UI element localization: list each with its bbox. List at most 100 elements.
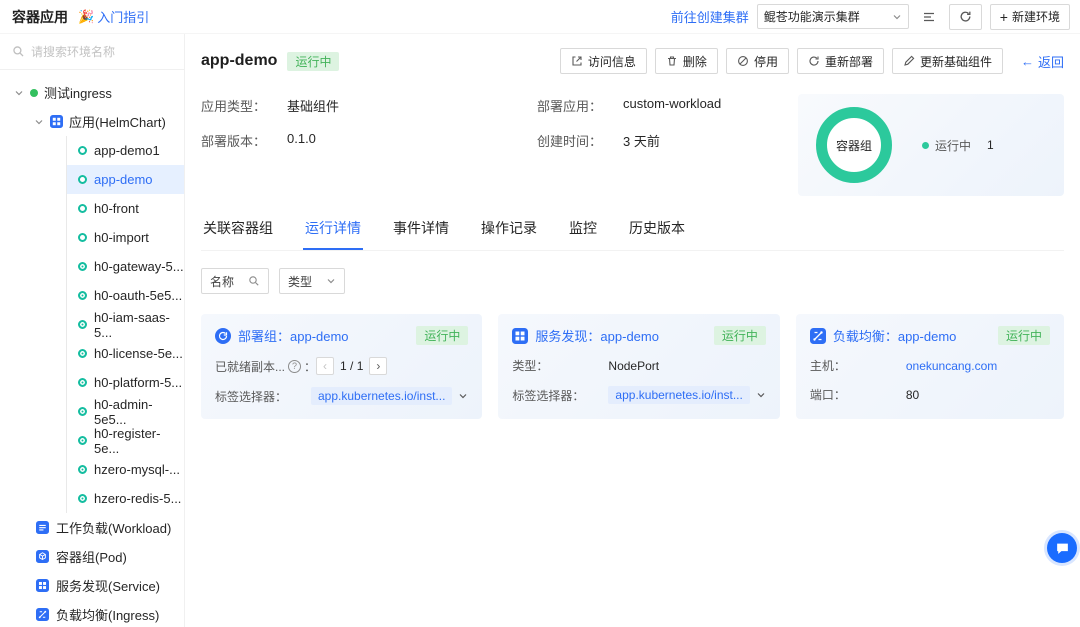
info-value: 0.1.0 [287,131,537,150]
app-status-icon [78,146,87,155]
host-link[interactable]: onekuncang.com [906,359,997,373]
sidebar-item-ingress[interactable]: 负载均衡(Ingress) [0,600,184,627]
env-search [0,34,184,70]
status-badge: 运行中 [416,326,468,345]
app-status-icon [78,378,87,387]
sidebar-item-app[interactable]: h0-register-5e... [67,426,184,455]
prev-page-icon[interactable]: ‹ [316,357,334,375]
app-status-icon [78,262,87,271]
delete-button[interactable]: 删除 [655,48,718,74]
port-label: 端口： [810,386,906,403]
app-status-icon [78,465,87,474]
app-list: app-demo1 app-demo h0-front h0-import h0… [66,136,184,513]
selector-tag[interactable]: app.kubernetes.io/inst... [608,386,749,404]
header-actions: 访问信息 删除 停用 [560,48,1064,74]
refresh-button[interactable] [949,4,982,30]
sidebar-item-app[interactable]: h0-gateway-5... [67,252,184,281]
back-arrow-icon: ← [1021,54,1034,69]
service-type-value: NodePort [608,359,659,373]
pods-donut-chart: 容器组 [816,107,892,183]
legend-value: 1 [987,138,994,152]
tab-history-versions[interactable]: 历史版本 [627,212,687,250]
type-filter[interactable]: 类型 [279,268,345,294]
app-status-icon [78,291,87,300]
helmchart-icon [50,115,63,128]
redeploy-button[interactable]: 重新部署 [797,48,884,74]
sidebar-item-app[interactable]: h0-admin-5e5... [67,397,184,426]
sidebar-item-environment[interactable]: 测试ingress [0,78,184,107]
tab-operation-records[interactable]: 操作记录 [479,212,539,250]
chat-fab[interactable] [1047,533,1077,563]
app-status-icon [78,204,87,213]
env-tree: 测试ingress 应用(HelmChart) app-demo1 app-de… [0,70,184,627]
detail-tabs: 关联容器组 运行详情 事件详情 操作记录 监控 历史版本 [201,212,1064,251]
name-filter[interactable]: 名称 [201,268,269,294]
update-base-component-label: 更新基础组件 [920,53,992,70]
tab-running-details[interactable]: 运行详情 [303,212,363,250]
deployment-card-header: 部署组：app-demo 运行中 [215,326,468,345]
env-list-icon[interactable] [917,5,941,29]
page-title: 容器应用 [12,7,68,27]
app-name-title: app-demo [201,52,277,70]
sidebar-item-app[interactable]: app-demo1 [67,136,184,165]
sidebar-item-app-group[interactable]: 应用(HelmChart) [0,107,184,136]
update-base-component-button[interactable]: 更新基础组件 [892,48,1003,74]
tab-event-details[interactable]: 事件详情 [391,212,451,250]
access-info-button[interactable]: 访问信息 [560,48,647,74]
app-status-icon [78,436,87,445]
sidebar-item-app[interactable]: h0-import [67,223,184,252]
name-filter-label: 名称 [210,273,234,290]
edit-icon [903,55,915,67]
stop-button[interactable]: 停用 [726,48,789,74]
stop-label: 停用 [754,53,778,70]
tab-monitoring[interactable]: 监控 [567,212,599,250]
chevron-down-icon[interactable] [34,117,44,127]
sidebar-item-app[interactable]: h0-front [67,194,184,223]
help-icon[interactable]: ? [288,360,301,373]
service-label: 服务发现(Service) [56,576,160,595]
chevron-down-icon[interactable] [14,88,24,98]
sidebar-item-app[interactable]: h0-iam-saas-5... [67,310,184,339]
overview-section: 应用类型： 基础组件 部署应用： custom-workload 部署版本： 0… [201,94,1064,196]
refresh-icon [959,10,972,23]
chevron-down-icon[interactable] [756,390,766,400]
app-label: hzero-redis-5... [94,491,181,506]
env-search-input[interactable] [31,45,161,59]
sidebar-item-app[interactable]: hzero-redis-5... [67,484,184,513]
sidebar-item-app-selected[interactable]: app-demo [67,165,184,194]
sidebar-item-app[interactable]: hzero-mysql-... [67,455,184,484]
port-value: 80 [906,388,919,402]
create-cluster-link[interactable]: 前往创建集群 [671,7,749,26]
environment-label: 测试ingress [44,83,112,102]
app-label: h0-iam-saas-5... [94,310,184,340]
filter-bar: 名称 类型 [201,268,1064,294]
service-icon [36,579,49,592]
app-label: h0-front [94,201,139,216]
next-page-icon[interactable]: › [369,357,387,375]
chevron-down-icon[interactable] [458,391,468,401]
new-environment-button[interactable]: + 新建环境 [990,4,1070,30]
tab-related-pods[interactable]: 关联容器组 [201,212,275,250]
ingress-card-header: 负载均衡：app-demo 运行中 [810,326,1050,345]
getting-started-link[interactable]: 🎉 入门指引 [78,7,149,26]
deployment-card-title[interactable]: 部署组：app-demo [238,326,349,345]
environment-sidebar: 测试ingress 应用(HelmChart) app-demo1 app-de… [0,34,185,627]
info-value: 3 天前 [623,131,774,150]
sidebar-item-app[interactable]: h0-platform-5... [67,368,184,397]
sidebar-item-app[interactable]: h0-license-5e... [67,339,184,368]
selector-tag[interactable]: app.kubernetes.io/inst... [311,387,452,405]
service-card-title[interactable]: 服务发现：app-demo [535,326,659,345]
ingress-card-title[interactable]: 负载均衡：app-demo [833,326,957,345]
app-group-label: 应用(HelmChart) [69,112,166,131]
service-card: 服务发现：app-demo 运行中 类型： NodePort 标签选择器： ap… [498,314,779,419]
back-link[interactable]: ← 返回 [1021,52,1064,71]
info-label: 创建时间： [537,131,623,150]
service-card-icon [512,328,528,344]
sidebar-item-app[interactable]: h0-oauth-5e5... [67,281,184,310]
chevron-down-icon [326,276,336,286]
sidebar-item-workload[interactable]: 工作负载(Workload) [0,513,184,542]
cluster-select[interactable]: 鲲苍功能演示集群 [757,4,909,29]
pod-icon [36,550,49,563]
sidebar-item-pod[interactable]: 容器组(Pod) [0,542,184,571]
sidebar-item-service[interactable]: 服务发现(Service) [0,571,184,600]
